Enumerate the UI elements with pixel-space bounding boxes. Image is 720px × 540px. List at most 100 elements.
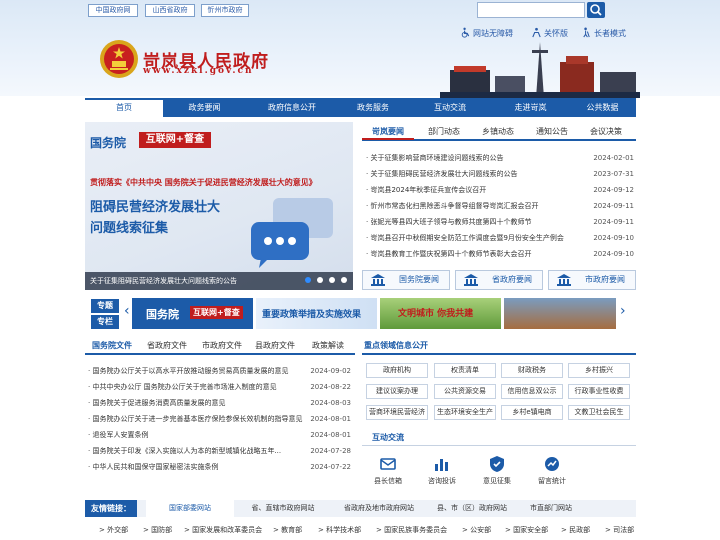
nav-public-data[interactable]: 公共数据: [569, 98, 636, 117]
top-link-central-gov[interactable]: 中国政府网: [88, 4, 138, 17]
tab-notices[interactable]: 通知公告: [528, 124, 576, 140]
state-council-news-button[interactable]: 国务院要闻: [362, 270, 450, 290]
mailbox-icon: [380, 458, 396, 470]
state-council-news-label: 国务院要闻: [399, 275, 439, 284]
nav-interaction[interactable]: 互动交流: [408, 98, 492, 117]
search-input[interactable]: [477, 2, 585, 18]
tab-town-news[interactable]: 乡镇动态: [474, 124, 522, 140]
friend-link[interactable]: > 科学技术部: [318, 524, 361, 536]
friend-link[interactable]: > 国防部: [143, 524, 172, 536]
message-stats-button[interactable]: 留言统计: [527, 455, 577, 486]
key-area-button[interactable]: 营商环境民营经济: [366, 405, 428, 420]
city-skyline-image: [440, 42, 640, 98]
carousel-dot-1[interactable]: [305, 277, 311, 283]
building-icon: [371, 274, 385, 286]
friend-links-label: 友情链接：: [85, 500, 137, 517]
care-mode-label: 关怀版: [544, 29, 568, 38]
tab-province-docs[interactable]: 省政府文件: [147, 339, 187, 353]
friend-link[interactable]: > 国家发展和改革委员会: [184, 524, 262, 536]
care-mode-link[interactable]: 关怀版: [531, 27, 568, 39]
special-next-arrow[interactable]: ›: [620, 303, 626, 319]
top-link-xinzhou-gov[interactable]: 忻州市政府: [201, 4, 249, 17]
friend-link[interactable]: > 公安部: [462, 524, 491, 536]
key-area-button[interactable]: 信用信息双公示: [501, 384, 563, 399]
mayor-mailbox-button[interactable]: 县长信箱: [363, 455, 413, 486]
banner-carousel[interactable]: 国务院 互联网+督查 贯彻落实《中共中央 国务院关于促进民营经济发展壮大的意见》…: [85, 122, 353, 290]
key-area-button[interactable]: 建议议案办理: [366, 384, 428, 399]
friend-link[interactable]: > 国家安全部: [505, 524, 548, 536]
special-slide-3[interactable]: 文明城市 你我共建: [380, 298, 501, 329]
elder-mode-link[interactable]: 长者模式: [581, 27, 626, 39]
banner-headline-2: 阻碍民营经济发展壮大: [90, 200, 221, 215]
key-area-button[interactable]: 生态环境安全生产: [434, 405, 496, 420]
province-news-button[interactable]: 省政府要闻: [455, 270, 543, 290]
banner-caption[interactable]: 关于征集阻碍民营经济发展壮大问题线索的公告: [85, 272, 353, 290]
friend-tab-city-depts[interactable]: 市直部门网站: [520, 500, 582, 517]
opinion-collection-button[interactable]: 意见征集: [472, 455, 522, 486]
news-item[interactable]: · 关于征集阻碍民营经济发展壮大问题线索的公告 2023-07-31: [366, 168, 634, 180]
nav-about[interactable]: 走进岢岚: [492, 98, 569, 117]
carousel-dot-3[interactable]: [329, 277, 335, 283]
top-link-shanxi-gov[interactable]: 山西省政府: [145, 4, 195, 17]
tab-dept-news[interactable]: 部门动态: [420, 124, 468, 140]
nav-info-disclosure[interactable]: 政府信息公开: [246, 98, 338, 117]
site-domain: www.xzkl.gov.cn: [143, 66, 254, 76]
friend-tab-province-cities[interactable]: 省政府及地市政府网站: [330, 500, 428, 517]
friend-link[interactable]: > 司法部: [605, 524, 634, 536]
tab-county-docs[interactable]: 县政府文件: [255, 339, 295, 353]
key-area-button[interactable]: 政府机构: [366, 363, 428, 378]
friend-link[interactable]: > 民政部: [561, 524, 590, 536]
doc-item[interactable]: · 退役军人安置条例 2024-08-01: [88, 429, 351, 441]
news-item[interactable]: · 岢岚县召开中秋假期安全防范工作调度会暨9月份安全生产例会 2024-09-10: [366, 232, 634, 244]
tab-policy-interpret[interactable]: 政策解读: [312, 339, 344, 353]
doc-item[interactable]: · 国务院办公厅关于以高水平开放推动服务贸易高质量发展的意见 2024-09-02: [88, 365, 351, 377]
key-area-button[interactable]: 行政事业性收费: [568, 384, 630, 399]
doc-item[interactable]: · 国务院关于促进服务消费高质量发展的意见 2024-08-03: [88, 397, 351, 409]
nav-home[interactable]: 首页: [85, 98, 163, 117]
news-item[interactable]: · 忻州市常态化扫黑除恶斗争督导组督导岢岚汇报会召开 2024-09-11: [366, 200, 634, 212]
friend-link[interactable]: > 外交部: [99, 524, 128, 536]
province-news-label: 省政府要闻: [492, 275, 532, 284]
special-label-top: 专题: [91, 299, 119, 313]
nav-services[interactable]: 政务服务: [338, 98, 408, 117]
friend-tab-provinces[interactable]: 省、直辖市政府网站: [237, 500, 329, 517]
key-area-button[interactable]: 文教卫社会民生: [568, 405, 630, 420]
news-item[interactable]: · 岢岚县教育工作暨庆祝第四十个教师节表彰大会召开 2024-09-10: [366, 248, 634, 260]
key-area-button[interactable]: 财政税务: [501, 363, 563, 378]
banner-headline-1: 贯彻落实《中共中央 国务院关于促进民营经济发展壮大的意见》: [90, 178, 317, 187]
friend-link[interactable]: > 国家民族事务委员会: [376, 524, 447, 536]
friend-link[interactable]: > 教育部: [273, 524, 302, 536]
news-item[interactable]: · 关于征集影响营商环境建设问题线索的公告 2024-02-01: [366, 152, 634, 164]
carousel-dot-4[interactable]: [341, 277, 347, 283]
tab-kelan-news[interactable]: 岢岚要闻: [362, 124, 414, 140]
tab-meetings[interactable]: 会议决策: [582, 124, 630, 140]
special-prev-arrow[interactable]: ‹: [124, 303, 130, 319]
doc-item[interactable]: · 国务院关于印发《深入实施以人为本的新型城镇化战略五年... 2024-07-2…: [88, 445, 351, 457]
barrier-free-label: 网站无障碍: [473, 29, 513, 38]
special-slide-4[interactable]: [504, 298, 616, 329]
key-area-button[interactable]: 乡村振兴: [568, 363, 630, 378]
consult-complaint-button[interactable]: 咨询投诉: [417, 455, 467, 486]
city-news-button[interactable]: 市政府要闻: [548, 270, 636, 290]
search-button[interactable]: [587, 2, 605, 18]
special-slide-2[interactable]: 重要政策举措及实施效果: [256, 298, 377, 329]
key-area-button[interactable]: 公共资源交易: [434, 384, 496, 399]
news-item[interactable]: · 张妮光等县四大班子领导与教师共度第四十个教师节 2024-09-11: [366, 216, 634, 228]
elder-mode-label: 长者模式: [594, 29, 626, 38]
friend-tab-counties[interactable]: 县、市（区）政府网站: [426, 500, 518, 517]
barrier-free-link[interactable]: 网站无障碍: [460, 27, 513, 39]
news-item[interactable]: · 岢岚县2024年秋季征兵宣传会议召开 2024-09-12: [366, 184, 634, 196]
nav-gov-news[interactable]: 政务要闻: [163, 98, 246, 117]
doc-item[interactable]: · 中华人民共和国保守国家秘密法实施条例 2024-07-22: [88, 461, 351, 473]
carousel-dot-2[interactable]: [317, 277, 323, 283]
doc-item[interactable]: · 中共中央办公厅 国务院办公厅关于完善市场准入制度的意见 2024-08-22: [88, 381, 351, 393]
doc-item[interactable]: · 国务院办公厅关于进一步完善基本医疗保险参保长效机制的指导意见 2024-08-…: [88, 413, 351, 425]
special-slide-1[interactable]: 国务院 互联网+督查: [132, 298, 253, 329]
key-area-button[interactable]: 权责清单: [434, 363, 496, 378]
key-area-button[interactable]: 乡村e镇电商: [501, 405, 563, 420]
tab-state-council-docs[interactable]: 国务院文件: [92, 339, 132, 353]
search-icon: [590, 4, 602, 16]
friend-tab-ministries[interactable]: 国家部委网站: [146, 500, 234, 517]
national-emblem-icon: [100, 40, 138, 78]
tab-city-docs[interactable]: 市政府文件: [202, 339, 242, 353]
